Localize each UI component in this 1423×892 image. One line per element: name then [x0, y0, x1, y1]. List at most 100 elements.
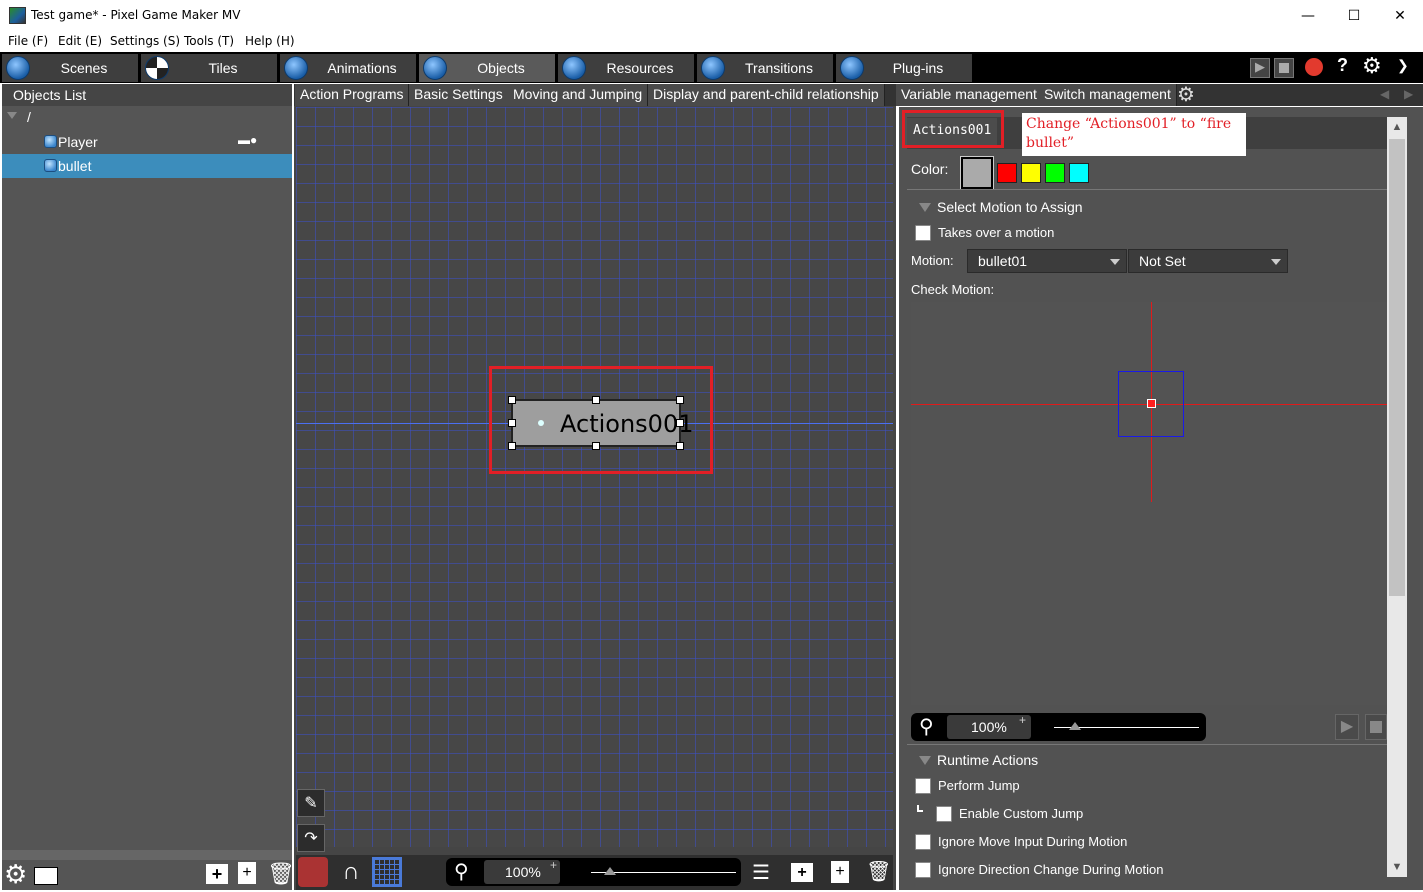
resize-handle[interactable]: [592, 442, 600, 450]
add-folder-icon[interactable]: +: [206, 864, 228, 884]
tab-basic-settings[interactable]: Basic Settings: [409, 84, 509, 106]
resize-handle[interactable]: [508, 442, 516, 450]
close-button[interactable]: ✕: [1377, 0, 1423, 31]
object-icon: [44, 159, 57, 172]
tab-moving-and-jumping[interactable]: Moving and Jumping: [508, 84, 649, 106]
menu-file[interactable]: File (F): [8, 34, 48, 48]
motion-select[interactable]: bullet01: [967, 249, 1127, 273]
preview-zoom-plus[interactable]: +: [1019, 713, 1026, 727]
tree-root[interactable]: /: [2, 106, 292, 130]
tab-variable-management[interactable]: Variable management: [896, 84, 1043, 106]
tree-branch-icon: [917, 805, 923, 812]
menu-edit[interactable]: Edit (E): [58, 34, 102, 48]
window-icon[interactable]: [34, 867, 58, 885]
maximize-button[interactable]: ☐: [1331, 0, 1377, 31]
objects-list-panel: Objects List / Player ▬● bullet ⚙ + + 🗑: [2, 84, 295, 890]
main-tab-bar: Scenes Tiles Animations Objects Resource…: [0, 52, 1423, 83]
add-folder-icon[interactable]: +: [791, 863, 813, 882]
menu-bar: File (F) Edit (E) Settings (S) Tools (T)…: [0, 31, 1423, 52]
hand-icon[interactable]: [298, 857, 328, 887]
resources-icon: [562, 56, 586, 80]
chevron-down-icon: [1110, 259, 1120, 265]
tab-label: Objects: [477, 60, 525, 76]
magnet-icon[interactable]: ∩: [336, 857, 366, 887]
color-swatch-yellow[interactable]: [1021, 163, 1041, 183]
gear-icon[interactable]: ⚙: [4, 860, 27, 888]
list-icon[interactable]: ☰: [752, 860, 770, 885]
preview-zoom-field[interactable]: 100% +: [947, 713, 1031, 739]
gear-icon[interactable]: ⚙: [1177, 84, 1195, 106]
trash-icon[interactable]: 🗑: [866, 859, 891, 884]
tab-tiles[interactable]: Tiles: [141, 54, 277, 82]
tab-label: Animations: [327, 60, 397, 76]
color-swatch-cyan[interactable]: [1069, 163, 1089, 183]
resize-handle[interactable]: [508, 419, 516, 427]
motion-direction-select[interactable]: Not Set: [1128, 249, 1288, 273]
chevron-left-icon[interactable]: ◀: [1380, 87, 1389, 101]
resize-handle[interactable]: [676, 419, 684, 427]
play-icon[interactable]: ▶: [1335, 714, 1359, 740]
tab-display-parent-child[interactable]: Display and parent-child relationship: [648, 84, 885, 106]
vertical-scrollbar[interactable]: ▲ ▼: [1387, 117, 1407, 877]
list-item-bullet[interactable]: bullet: [2, 154, 292, 178]
minimize-button[interactable]: —: [1285, 0, 1331, 31]
tab-switch-management[interactable]: Switch management: [1039, 84, 1177, 106]
zoom-plus[interactable]: +: [550, 858, 557, 872]
color-swatch-red[interactable]: [997, 163, 1017, 183]
menu-settings[interactable]: Settings (S): [110, 34, 180, 48]
resize-handle[interactable]: [676, 442, 684, 450]
tab-resources[interactable]: Resources: [558, 54, 694, 82]
preview-zoom-value: 100%: [971, 719, 1007, 735]
horizontal-scrollbar[interactable]: [2, 850, 292, 860]
tab-action-programs[interactable]: Action Programs: [295, 84, 410, 106]
preview-zoom-control: ⚲ 100% +: [911, 713, 1206, 741]
enable-custom-jump-checkbox[interactable]: [936, 806, 952, 822]
chevron-right-icon[interactable]: ❯: [1397, 57, 1409, 74]
grid-icon[interactable]: [372, 857, 402, 887]
color-swatch-gray[interactable]: [960, 156, 994, 190]
window-title: Test game* - Pixel Game Maker MV: [31, 8, 241, 22]
gear-icon[interactable]: ⚙: [1362, 53, 1382, 79]
magnifier-icon: ⚲: [454, 861, 469, 883]
takes-over-checkbox[interactable]: [915, 225, 931, 241]
tab-objects[interactable]: Objects: [419, 54, 555, 82]
tab-transitions[interactable]: Transitions: [697, 54, 833, 82]
collapse-icon[interactable]: [919, 203, 931, 212]
animations-icon: [284, 56, 308, 80]
resize-handle[interactable]: [676, 396, 684, 404]
sub-tab-bar: Action Programs Basic Settings Moving an…: [294, 84, 1423, 106]
menu-tools[interactable]: Tools (T): [184, 34, 234, 48]
play-icon[interactable]: ▶: [1250, 58, 1270, 78]
scroll-down-icon[interactable]: ▼: [1387, 857, 1407, 877]
scrollbar-thumb[interactable]: [1389, 139, 1405, 596]
help-icon[interactable]: ?: [1337, 55, 1348, 76]
preview-zoom-thumb[interactable]: [1069, 722, 1081, 730]
record-icon[interactable]: [1305, 58, 1323, 76]
action-node[interactable]: Actions001: [511, 399, 693, 447]
perform-jump-checkbox[interactable]: [915, 778, 931, 794]
tab-animations[interactable]: Animations: [280, 54, 416, 82]
editor-canvas-grid[interactable]: [296, 107, 893, 847]
stop-icon[interactable]: [1274, 58, 1294, 78]
resize-handle[interactable]: [508, 396, 516, 404]
chevron-right-icon[interactable]: ▶: [1404, 87, 1413, 101]
ignore-move-input-checkbox[interactable]: [915, 834, 931, 850]
ignore-direction-change-checkbox[interactable]: [915, 862, 931, 878]
tab-plugins[interactable]: Plug-ins: [836, 54, 972, 82]
tab-scenes[interactable]: Scenes: [2, 54, 138, 82]
stop-icon[interactable]: [1365, 714, 1387, 740]
add-file-icon[interactable]: +: [238, 862, 256, 884]
perform-jump-label: Perform Jump: [938, 778, 1020, 793]
pencil-icon[interactable]: ✎: [297, 789, 325, 817]
resize-handle[interactable]: [592, 396, 600, 404]
zoom-slider-thumb[interactable]: [604, 867, 616, 875]
zoom-field[interactable]: 100% +: [484, 858, 560, 884]
trash-icon[interactable]: 🗑: [267, 861, 295, 887]
scroll-up-icon[interactable]: ▲: [1387, 117, 1407, 137]
list-item-player[interactable]: Player ▬●: [2, 130, 292, 154]
redo-arrow-icon[interactable]: ↷: [297, 824, 325, 852]
collapse-icon[interactable]: [919, 756, 931, 765]
color-swatch-green[interactable]: [1045, 163, 1065, 183]
menu-help[interactable]: Help (H): [245, 34, 295, 48]
add-file-icon[interactable]: +: [831, 861, 849, 883]
